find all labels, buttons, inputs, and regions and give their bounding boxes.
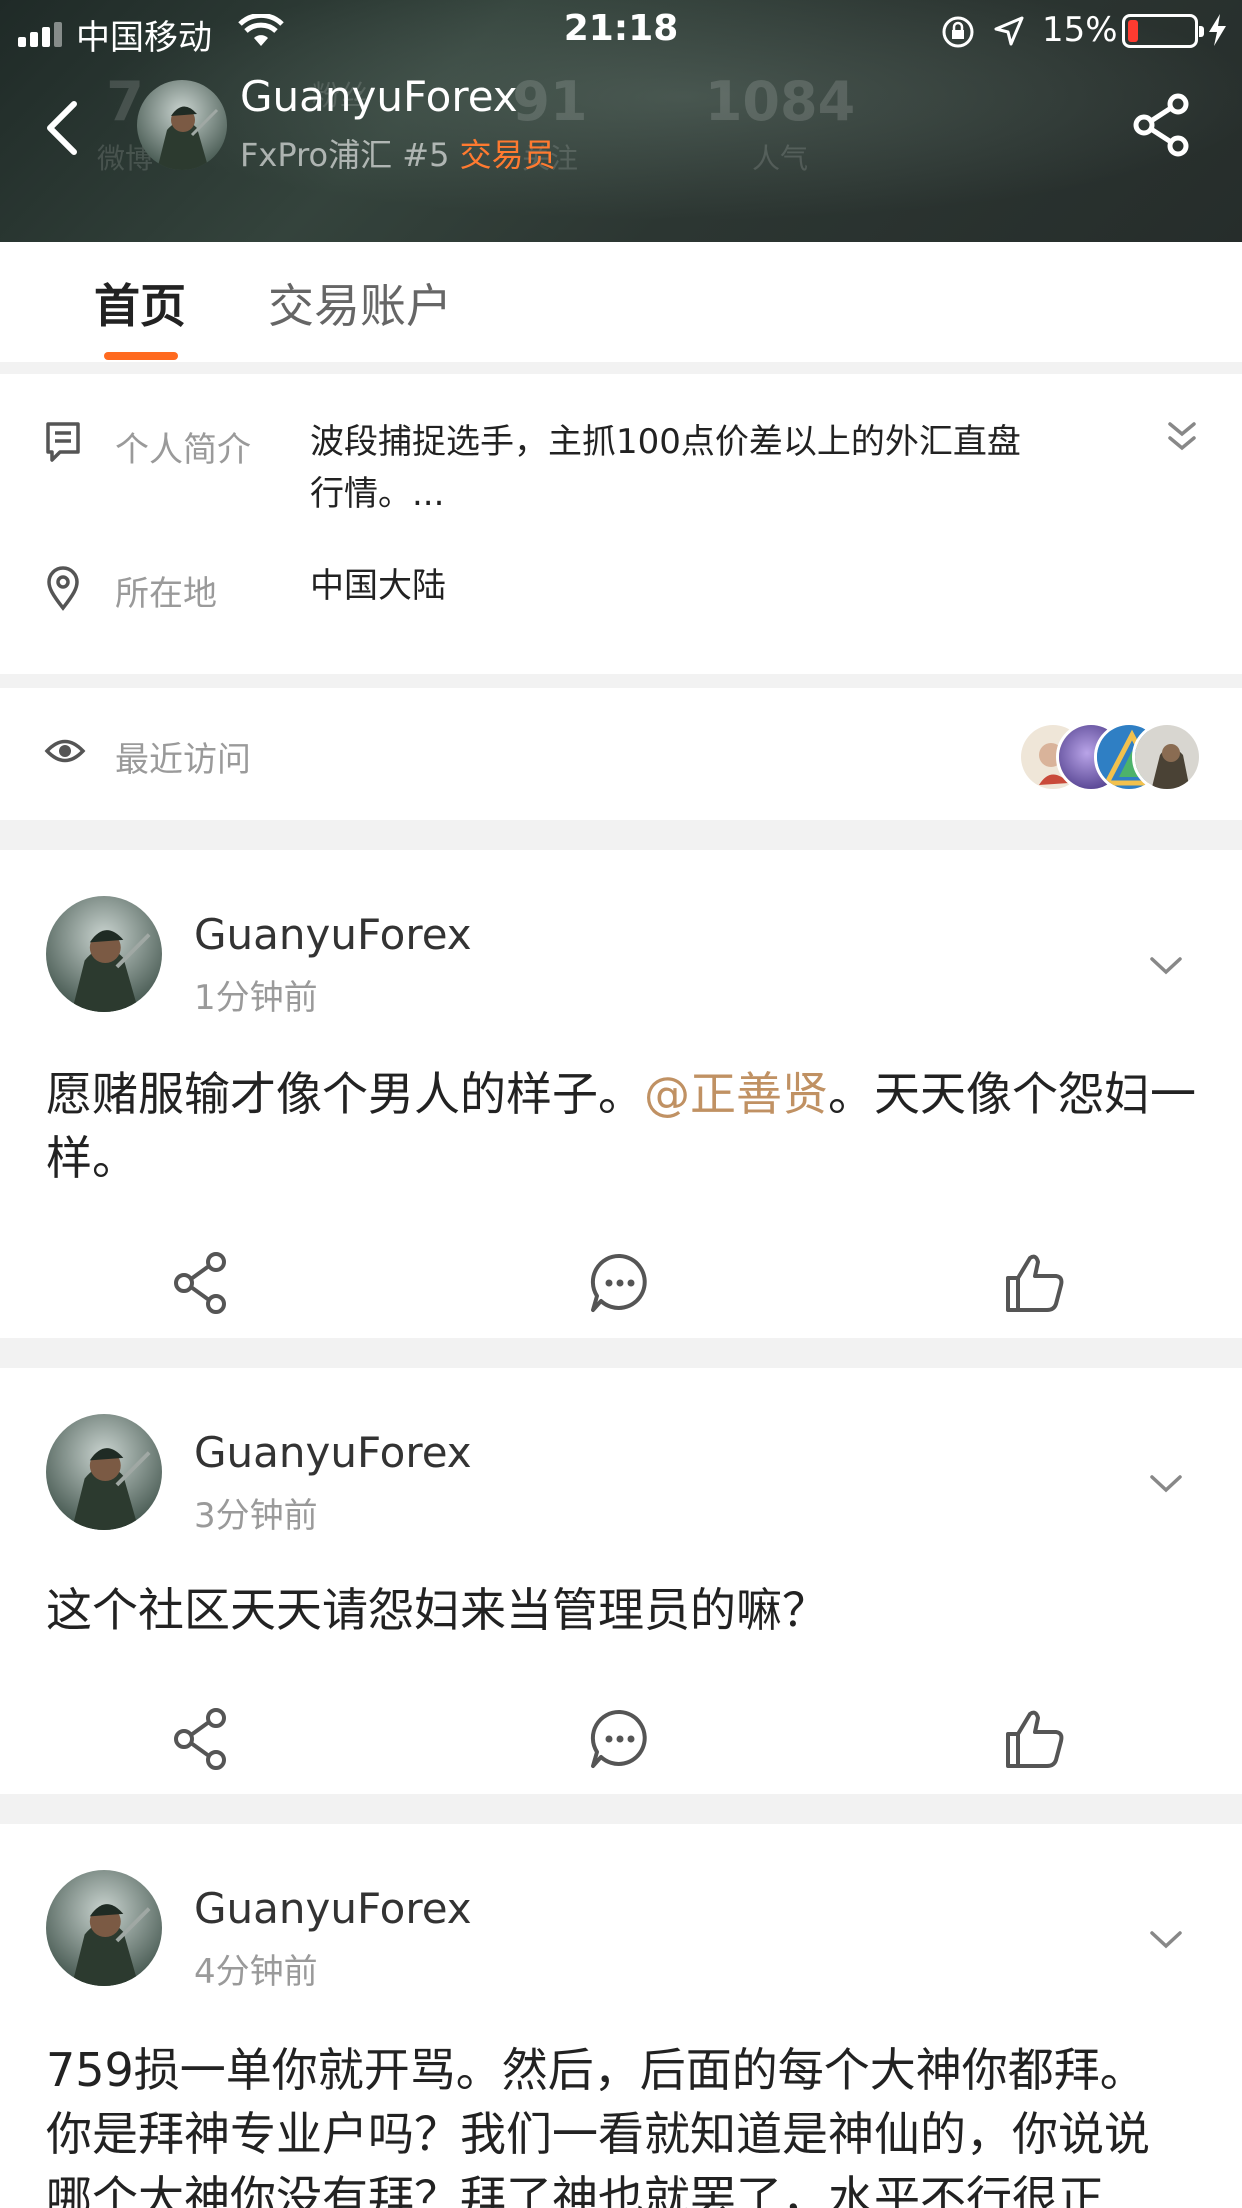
location-label: 所在地: [115, 574, 217, 614]
post-card[interactable]: GuanyuForex 4分钟前 759损一单你就开骂。然后，后面的每个大神你都…: [0, 1824, 1242, 2208]
rank-label: #5: [402, 136, 450, 174]
post-menu-button[interactable]: [1148, 1472, 1184, 1500]
charging-bolt-icon: [1206, 12, 1228, 52]
post-text-line: 你是拜神专业户吗？我们一看就知道是神仙的，你说说: [46, 2107, 1150, 2161]
post-text-line: 哪个大神你没有拜？拜了神也就罢了，水平不行很正: [46, 2171, 1104, 2208]
bio-icon: [44, 420, 82, 468]
battery-percent: 15%: [1042, 10, 1118, 50]
post-text-line: 759损一单你就开骂。然后，后面的每个大神你都拜。: [46, 2043, 1146, 2097]
role-badge: 交易员: [459, 136, 556, 174]
visitor-avatars: [1018, 722, 1202, 792]
tab-trading-account[interactable]: 交易账户: [268, 270, 452, 336]
expand-bio-button[interactable]: [1164, 418, 1200, 462]
post-author[interactable]: GuanyuForex: [194, 1428, 472, 1477]
bio-label: 个人简介: [115, 430, 251, 470]
location-arrow-icon: [992, 14, 1026, 52]
comment-icon: [590, 1253, 647, 1312]
bio-text: 波段捕捉选手，主抓100点价差以上的外汇直盘 行情。...: [310, 416, 1090, 520]
share-button[interactable]: [1130, 92, 1192, 158]
post-menu-button[interactable]: [1148, 1928, 1184, 1956]
like-button[interactable]: [1000, 1704, 1070, 1774]
back-button[interactable]: [36, 92, 92, 164]
post-card[interactable]: GuanyuForex 3分钟前 这个社区天天请怨妇来当管理员的嘛？: [0, 1368, 1242, 1794]
profile-subtitle: FxPro浦汇 #5 交易员: [240, 130, 556, 176]
repost-button[interactable]: [166, 1248, 236, 1318]
double-chevron-down-icon: [1168, 422, 1196, 451]
chevron-down-icon: [1150, 1475, 1182, 1493]
profile-name: GuanyuForex: [240, 72, 518, 121]
post-text-segment: 愿赌服输才像个男人的样子。: [46, 1067, 644, 1121]
post-menu-button[interactable]: [1148, 954, 1184, 982]
post-time: 4分钟前: [194, 1952, 318, 1992]
thumbs-up-icon: [1006, 1710, 1064, 1768]
battery-icon: [1122, 14, 1204, 48]
recent-visits-row[interactable]: 最近访问: [0, 688, 1242, 820]
post-author[interactable]: GuanyuForex: [194, 1884, 472, 1933]
post-actions: [0, 1704, 1242, 1784]
post-text: 愿赌服输才像个男人的样子。@正善贤。天天像个怨妇一样。: [46, 1062, 1196, 1190]
post-card[interactable]: GuanyuForex 1分钟前 愿赌服输才像个男人的样子。@正善贤。天天像个怨…: [0, 850, 1242, 1338]
avatar[interactable]: [46, 896, 162, 1012]
profile-header: 中国移动 21:18 15% 7 微博 粉丝 91 关注 1084 人气 Gua…: [0, 0, 1242, 242]
recent-visits-label: 最近访问: [115, 740, 251, 780]
chevron-left-icon: [47, 101, 77, 155]
location-pin-icon: [44, 564, 82, 616]
share-icon: [174, 1252, 226, 1314]
comment-button[interactable]: [585, 1248, 655, 1318]
post-text: 759损一单你就开骂。然后，后面的每个大神你都拜。 你是拜神专业户吗？我们一看就…: [46, 2038, 1196, 2208]
rotation-lock-icon: [940, 14, 976, 54]
comment-icon: [590, 1709, 647, 1768]
avatar[interactable]: [137, 80, 227, 170]
active-tab-indicator: [104, 352, 178, 360]
like-button[interactable]: [1000, 1248, 1070, 1318]
post-actions: [0, 1248, 1242, 1328]
bio-line: 波段捕捉选手，主抓100点价差以上的外汇直盘: [310, 422, 1021, 462]
chevron-down-icon: [1150, 957, 1182, 975]
share-icon: [174, 1708, 226, 1770]
profile-tabs: 首页 交易账户: [0, 242, 1242, 362]
profile-info-card: 个人简介 波段捕捉选手，主抓100点价差以上的外汇直盘 行情。... 所在地 中…: [0, 374, 1242, 674]
post-author[interactable]: GuanyuForex: [194, 910, 472, 959]
bio-line: 行情。...: [310, 474, 445, 514]
header-nav: GuanyuForex FxPro浦汇 #5 交易员: [0, 62, 1242, 242]
comment-button[interactable]: [585, 1704, 655, 1774]
avatar[interactable]: [46, 1870, 162, 1986]
location-value: 中国大陆: [310, 566, 446, 606]
status-bar: 中国移动 21:18 15%: [0, 0, 1242, 62]
tab-home[interactable]: 首页: [94, 270, 186, 336]
post-time: 3分钟前: [194, 1496, 318, 1536]
chevron-down-icon: [1150, 1931, 1182, 1949]
battery-level-fill: [1128, 20, 1138, 42]
avatar: [1132, 722, 1202, 792]
avatar[interactable]: [46, 1414, 162, 1530]
repost-button[interactable]: [166, 1704, 236, 1774]
post-text: 这个社区天天请怨妇来当管理员的嘛？: [46, 1583, 828, 1637]
share-icon: [1133, 93, 1189, 157]
mention-link[interactable]: @正善贤: [644, 1067, 828, 1121]
post-time: 1分钟前: [194, 978, 318, 1018]
thumbs-up-icon: [1006, 1254, 1064, 1312]
broker-label: FxPro浦汇: [240, 136, 393, 174]
eye-icon: [44, 734, 86, 772]
